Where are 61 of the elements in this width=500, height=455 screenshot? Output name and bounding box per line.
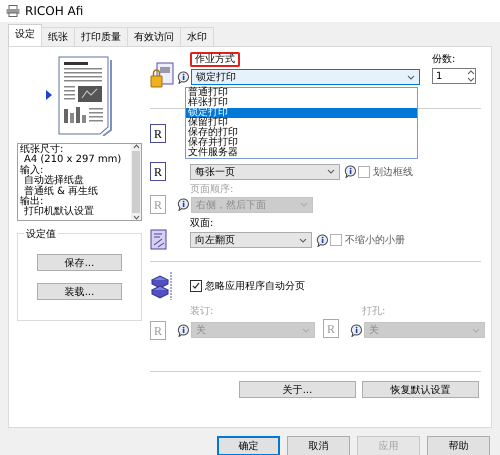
caret-icon [302, 328, 310, 332]
info-icon[interactable] [344, 165, 357, 178]
field-label: 打孔: [362, 304, 386, 317]
page-icon: R [150, 162, 166, 181]
page-icon: R [150, 124, 166, 143]
dialog-button[interactable]: 确定 [217, 436, 280, 455]
caret-icon [472, 328, 480, 332]
field-label: 页面顺序: [190, 182, 234, 195]
panel-button[interactable]: 关于... [239, 381, 356, 398]
scrollbar-thumb[interactable] [132, 151, 140, 213]
page-icon: R [150, 195, 166, 214]
checkbox[interactable] [190, 280, 202, 292]
dropdown-option[interactable]: 样张打印 [186, 98, 417, 108]
info-icon[interactable] [177, 324, 190, 336]
pointer-icon [46, 90, 52, 100]
dropdown-option[interactable]: 普通打印 [186, 88, 417, 98]
booklet-icon [150, 229, 168, 251]
caret-icon [300, 202, 308, 207]
settings-summary: 纸张尺寸: A4 (210 x 297 mm) 输入: 自动选择纸盘 普通纸 & 再生纸 输出: 打印机默认设置 [19, 144, 122, 220]
page-icon: R [150, 320, 166, 340]
caret-icon [299, 238, 307, 242]
info-icon[interactable] [316, 234, 329, 246]
dropdown-option[interactable]: 保存的打印 [186, 128, 417, 138]
field-label: 作业方式 [190, 52, 240, 67]
dropdown-option[interactable]: 保留打印 [186, 118, 417, 128]
dropdown[interactable]: 每张一页 [190, 164, 340, 180]
window-title: RICOH Afi [25, 4, 84, 18]
info-icon[interactable] [350, 324, 363, 336]
checkbox[interactable] [358, 166, 370, 178]
checkbox-label: 划边框线 [373, 166, 413, 178]
dropdown[interactable]: 锁定打印 [191, 69, 420, 85]
dialog-button[interactable]: 取消 [287, 436, 350, 455]
printer-icon [6, 5, 20, 17]
caret-icon [327, 169, 335, 174]
tab[interactable]: 设定 [8, 24, 42, 46]
info-icon[interactable] [177, 198, 190, 211]
field-label: 份数: [432, 53, 456, 65]
copies-spinner[interactable]: 1 [432, 68, 476, 84]
tab[interactable]: 纸张 [41, 27, 75, 46]
dropdown-option[interactable]: 保存并打印 [186, 138, 417, 148]
field-label: 双面: [190, 217, 214, 229]
caret-icon [407, 74, 415, 80]
stacked-sheets-icon [150, 270, 174, 302]
scroll-up-icon[interactable] [132, 144, 140, 149]
checkbox[interactable] [330, 234, 342, 246]
locked-document-icon [150, 62, 174, 90]
info-icon[interactable] [177, 70, 190, 84]
panel-button[interactable]: 恢复默认设置 [362, 381, 479, 398]
scroll-down-icon[interactable] [132, 215, 140, 220]
preset-button[interactable]: 保存... [37, 254, 122, 271]
dialog-button[interactable]: 帮助 [427, 436, 490, 455]
spinner-arrows-icon[interactable] [467, 70, 475, 82]
checkbox-label: 忽略应用程序自动分页 [205, 280, 305, 293]
field-label: 装订: [190, 304, 214, 317]
tab[interactable]: 水印 [180, 27, 214, 46]
dropdown[interactable]: 向左翻页 [190, 232, 312, 248]
checkbox-label: 不缩小的小册 [345, 234, 405, 247]
dropdown-option[interactable]: 文件服务器 [186, 148, 417, 158]
group-title: 设定值 [24, 227, 58, 241]
page-icon: R [323, 319, 339, 338]
preset-button[interactable]: 装载... [37, 283, 122, 300]
